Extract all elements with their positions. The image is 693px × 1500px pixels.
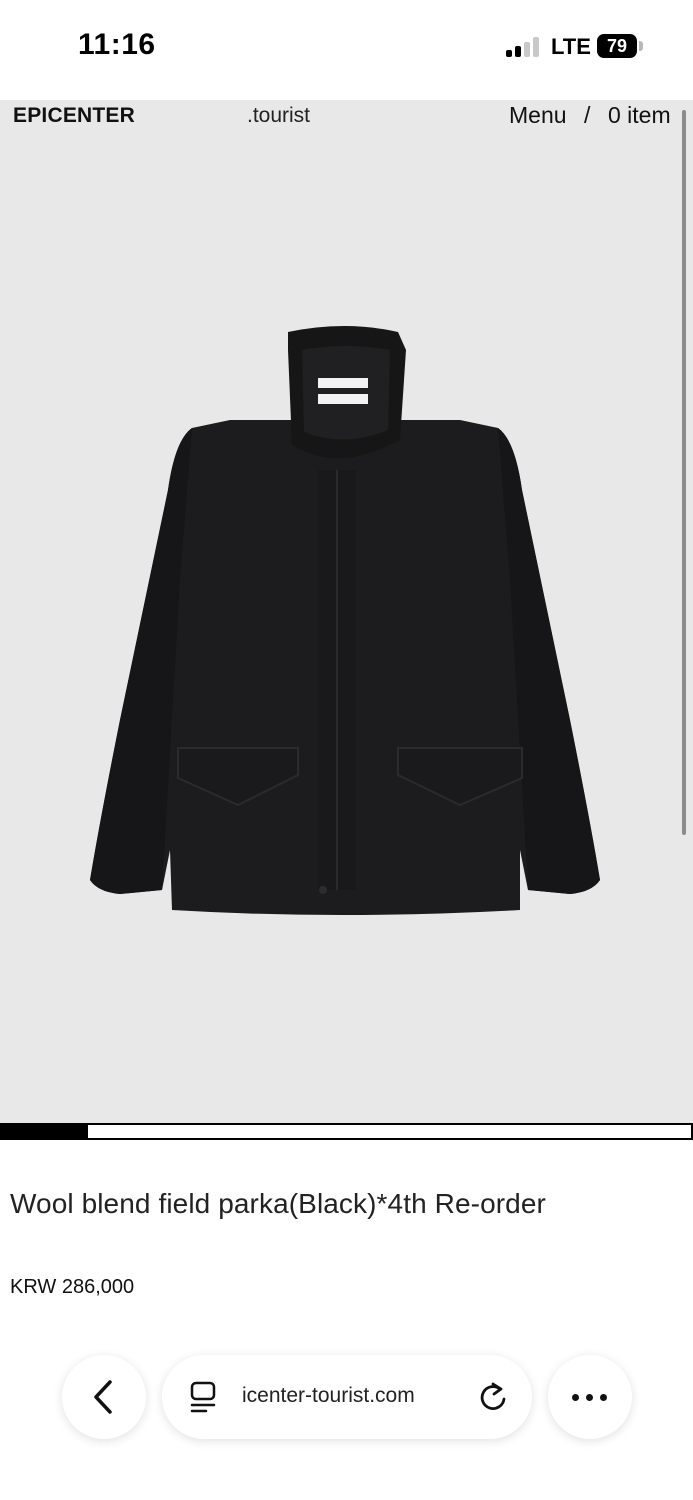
url-text[interactable]: icenter-tourist.com — [242, 1384, 415, 1408]
more-dots-icon — [572, 1394, 608, 1402]
signal-strength-icon — [506, 37, 540, 57]
product-price: KRW 286,000 — [10, 1276, 135, 1298]
page-scrollbar[interactable] — [682, 110, 686, 835]
battery-tip — [639, 41, 643, 51]
reload-icon[interactable] — [478, 1380, 508, 1414]
menu-link[interactable]: Menu — [509, 102, 567, 129]
gallery-progress-fill — [2, 1125, 89, 1138]
brand-logo[interactable]: EPICENTER — [13, 104, 135, 128]
network-type: LTE — [551, 34, 591, 59]
status-time: 11:16 — [78, 28, 156, 61]
more-button[interactable] — [548, 1355, 632, 1439]
page-menu-icon[interactable] — [189, 1381, 217, 1413]
site-header: EPICENTER .tourist Menu / 0 item — [0, 100, 693, 136]
cart-link[interactable]: 0 item — [608, 102, 671, 129]
status-bar: 11:16 LTE 79 — [0, 0, 693, 100]
product-title: Wool blend field parka(Black)*4th Re-ord… — [10, 1188, 546, 1219]
jacket-label — [318, 378, 368, 388]
battery-icon: 79 — [597, 34, 637, 58]
chevron-left-icon — [94, 1380, 112, 1414]
back-button[interactable] — [62, 1355, 146, 1439]
gallery-progress-bar[interactable] — [0, 1123, 693, 1140]
header-separator: / — [584, 102, 591, 128]
product-image-gallery[interactable]: EPICENTER .tourist Menu / 0 item — [0, 100, 693, 1123]
product-image — [90, 326, 600, 915]
address-bar[interactable]: icenter-tourist.com — [162, 1355, 532, 1439]
sub-brand-link[interactable]: .tourist — [247, 104, 310, 128]
